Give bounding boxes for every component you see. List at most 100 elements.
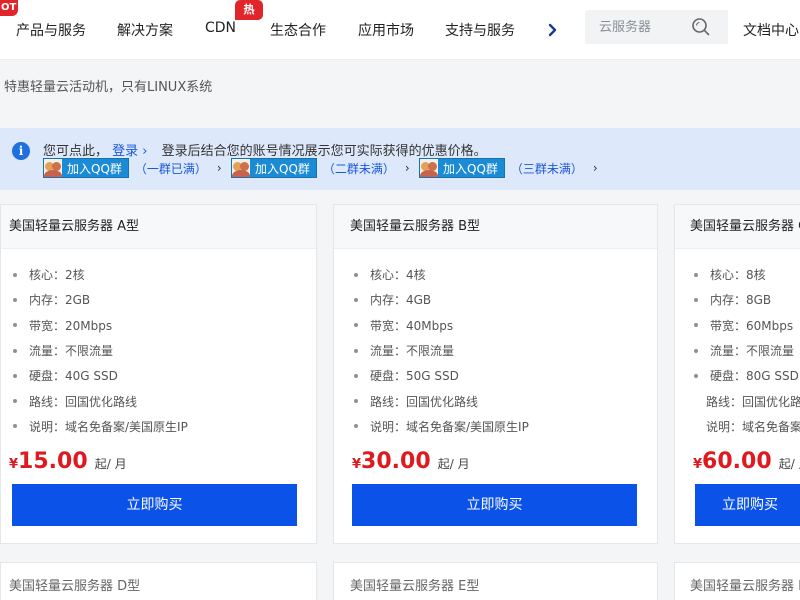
qq-group-status: （三群未满） xyxy=(510,161,583,176)
price-unit: 起/ 月 xyxy=(94,457,127,471)
qq-group-1[interactable]: 加入QQ群 （一群已满） › xyxy=(43,156,222,180)
spec-traffic: 流量：不限流量 xyxy=(13,338,316,363)
bullet-dot-icon xyxy=(354,297,358,302)
qq-join-button[interactable]: 加入QQ群 xyxy=(231,158,317,178)
qq-group-3[interactable]: 加入QQ群 （三群未满） › xyxy=(419,156,598,180)
nav-docs[interactable]: 文档中心 xyxy=(743,20,799,40)
card-title: 美国轻量云服务器 A型 xyxy=(1,205,316,249)
product-card-a: 美国轻量云服务器 A型 核心：2核 内存：2GB 带宽：20Mbps 流量：不限… xyxy=(0,204,317,544)
nav-support[interactable]: 支持与服务 xyxy=(445,20,515,40)
chevron-right-icon: › xyxy=(216,161,222,175)
chevron-right-icon[interactable] xyxy=(545,20,561,40)
bullet-dot-icon xyxy=(694,348,698,353)
bullet-dot-icon xyxy=(354,272,358,277)
product-card-f: 美国轻量云服务器 F型 xyxy=(674,562,800,600)
product-card-b: 美国轻量云服务器 B型 核心：4核 内存：4GB 带宽：40Mbps 流量：不限… xyxy=(333,204,658,544)
product-card-d: 美国轻量云服务器 D型 xyxy=(0,562,317,600)
bullet-dot-icon xyxy=(694,272,698,277)
bullet-dot-icon xyxy=(13,399,17,404)
spec-memory: 内存：2GB xyxy=(13,287,316,312)
spec-note: 说明：域名免备案/美国原生IP xyxy=(706,419,800,434)
qq-group-icon xyxy=(44,159,62,177)
spec-note: 说明：域名免备案/美国原生IP xyxy=(354,414,657,439)
price-row: ¥15.00 起/ 月 xyxy=(9,449,127,474)
page-subtitle: 特惠轻量云活动机，只有LINUX系统 xyxy=(4,80,213,95)
bullet-dot-icon xyxy=(694,323,698,328)
spec-route: 路线：回国优化路线 xyxy=(13,388,316,413)
qq-join-label: 加入QQ群 xyxy=(443,161,498,176)
product-card-e: 美国轻量云服务器 E型 xyxy=(333,562,658,600)
spec-route: 路线：回国优化路线 xyxy=(706,394,800,409)
price: ¥60.00 xyxy=(693,449,772,474)
buy-button[interactable]: 立即购买 xyxy=(352,484,637,526)
bullet-dot-icon xyxy=(694,373,698,378)
price-row: ¥60.00 起/ 月 xyxy=(693,449,800,474)
qq-group-icon xyxy=(232,159,250,177)
card-title: 美国轻量云服务器 F型 xyxy=(690,579,800,594)
spec-list: 核心：2核 内存：2GB 带宽：20Mbps 流量：不限流量 硬盘：40G SS… xyxy=(1,262,316,439)
spec-disk: 硬盘：40G SSD xyxy=(13,363,316,388)
spec-disk: 硬盘：80G SSD xyxy=(694,363,800,388)
search-icon[interactable] xyxy=(691,17,711,37)
spec-memory: 内存：8GB xyxy=(694,287,800,312)
bullet-dot-icon xyxy=(13,323,17,328)
bullet-dot-icon xyxy=(13,373,17,378)
spec-memory: 内存：4GB xyxy=(354,287,657,312)
price: ¥15.00 xyxy=(9,449,88,474)
price-row: ¥30.00 起/ 月 xyxy=(352,449,470,474)
price-unit: 起/ 月 xyxy=(437,457,470,471)
spec-bandwidth: 带宽：40Mbps xyxy=(354,313,657,338)
nav-cdn[interactable]: CDN xyxy=(205,20,236,36)
card-title: 美国轻量云服务器 E型 xyxy=(350,579,480,594)
qq-join-label: 加入QQ群 xyxy=(67,161,122,176)
qq-join-button[interactable]: 加入QQ群 xyxy=(43,158,129,178)
spec-list: 核心：8核 内存：8GB 带宽：60Mbps 流量：不限流量 硬盘：80G SS… xyxy=(675,262,800,439)
nav-products[interactable]: 产品与服务 xyxy=(16,20,86,40)
bullet-dot-icon xyxy=(354,348,358,353)
nav-marketplace[interactable]: 应用市场 xyxy=(358,20,414,40)
hot-badge: 热 xyxy=(235,0,263,20)
nav-ecosystem[interactable]: 生态合作 xyxy=(270,20,326,40)
spec-bandwidth: 带宽：20Mbps xyxy=(13,313,316,338)
spec-list: 核心：4核 内存：4GB 带宽：40Mbps 流量：不限流量 硬盘：50G SS… xyxy=(334,262,657,439)
spec-bandwidth: 带宽：60Mbps xyxy=(694,313,800,338)
spec-traffic: 流量：不限流量 xyxy=(354,338,657,363)
product-card-c: 美国轻量云服务器 C型 核心：8核 内存：8GB 带宽：60Mbps 流量：不限… xyxy=(674,204,800,544)
spec-cores: 核心：2核 xyxy=(13,262,316,287)
bullet-dot-icon xyxy=(13,424,17,429)
spec-cores: 核心：4核 xyxy=(354,262,657,287)
qq-group-status: （二群未满） xyxy=(322,161,395,176)
price: ¥30.00 xyxy=(352,449,431,474)
bullet-dot-icon xyxy=(354,424,358,429)
spec-note: 说明：域名免备案/美国原生IP xyxy=(13,414,316,439)
top-navigation: OT 产品与服务 解决方案 CDN 热 生态合作 应用市场 支持与服务 文档中心 xyxy=(0,0,800,60)
buy-button[interactable]: 立即购买 xyxy=(695,484,800,526)
spec-route: 路线：回国优化路线 xyxy=(354,388,657,413)
bullet-dot-icon xyxy=(354,399,358,404)
bullet-dot-icon xyxy=(13,272,17,277)
qq-join-label: 加入QQ群 xyxy=(255,161,310,176)
qq-group-2[interactable]: 加入QQ群 （二群未满） › xyxy=(231,156,410,180)
qq-group-icon xyxy=(420,159,438,177)
card-title: 美国轻量云服务器 B型 xyxy=(334,205,657,249)
bullet-dot-icon xyxy=(13,297,17,302)
bullet-dot-icon xyxy=(694,297,698,302)
search-input[interactable] xyxy=(585,10,695,44)
qq-join-button[interactable]: 加入QQ群 xyxy=(419,158,505,178)
price-unit: 起/ 月 xyxy=(778,457,800,471)
info-icon: i xyxy=(12,142,30,160)
buy-button[interactable]: 立即购买 xyxy=(12,484,297,526)
chevron-right-icon: › xyxy=(592,161,598,175)
spec-traffic: 流量：不限流量 xyxy=(694,338,800,363)
bullet-dot-icon xyxy=(354,323,358,328)
spec-cores: 核心：8核 xyxy=(694,262,800,287)
spec-disk: 硬盘：50G SSD xyxy=(354,363,657,388)
chevron-right-icon: › xyxy=(404,161,410,175)
hot-badge-left: OT xyxy=(0,0,18,16)
nav-solutions[interactable]: 解决方案 xyxy=(117,20,173,40)
bullet-dot-icon xyxy=(13,348,17,353)
qq-group-status: （一群已满） xyxy=(134,161,207,176)
card-title: 美国轻量云服务器 C型 xyxy=(675,205,800,249)
card-title: 美国轻量云服务器 D型 xyxy=(9,579,141,594)
bullet-dot-icon xyxy=(354,373,358,378)
